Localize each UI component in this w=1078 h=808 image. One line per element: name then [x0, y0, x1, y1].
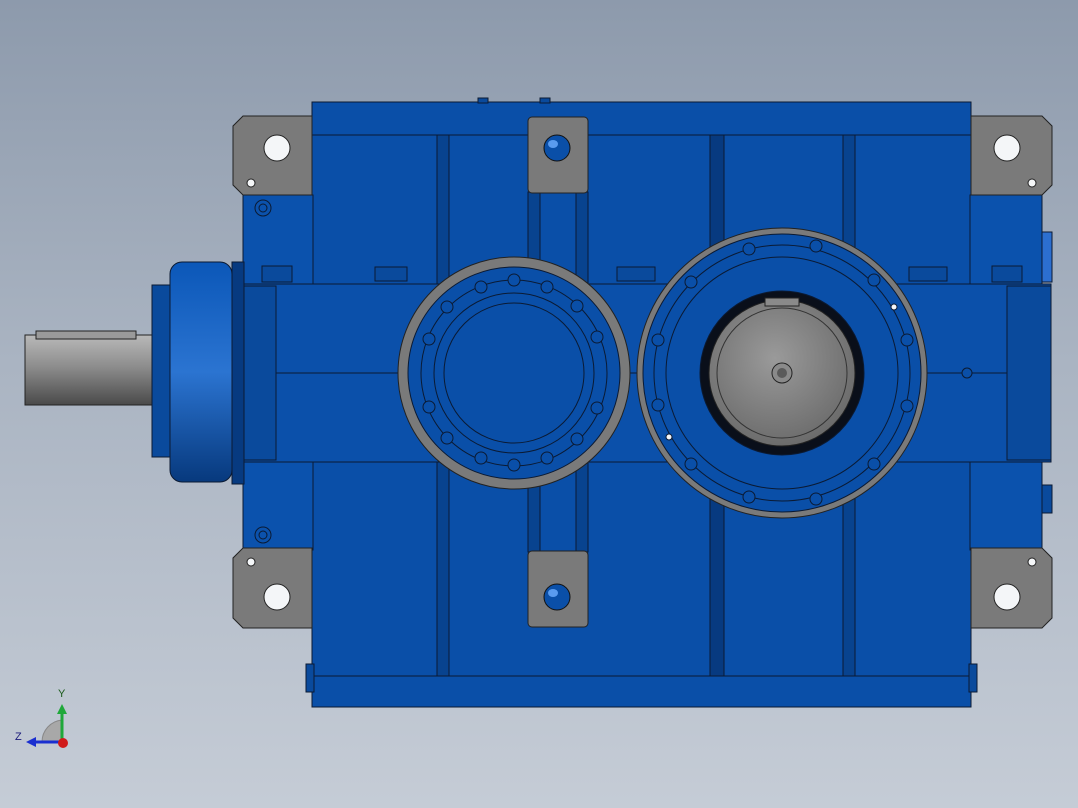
split-band-right-block — [1006, 285, 1052, 461]
motor-adapter — [169, 261, 233, 483]
axis-triad — [26, 704, 68, 748]
z-axis-label: Z — [15, 731, 22, 743]
motor-flange-ring — [151, 284, 173, 458]
input-shaft — [24, 334, 154, 406]
top-plate — [311, 101, 972, 136]
base-flange-bottom — [311, 675, 972, 708]
cad-viewport[interactable]: Y Z — [0, 0, 1078, 808]
motor-adapter-collar — [231, 261, 245, 485]
bearing-cover-left — [397, 256, 631, 490]
shaft-key — [35, 330, 137, 340]
bearing-cover-right — [636, 227, 928, 519]
y-axis-label: Y — [58, 688, 66, 700]
gearbox-model[interactable] — [0, 0, 1078, 808]
